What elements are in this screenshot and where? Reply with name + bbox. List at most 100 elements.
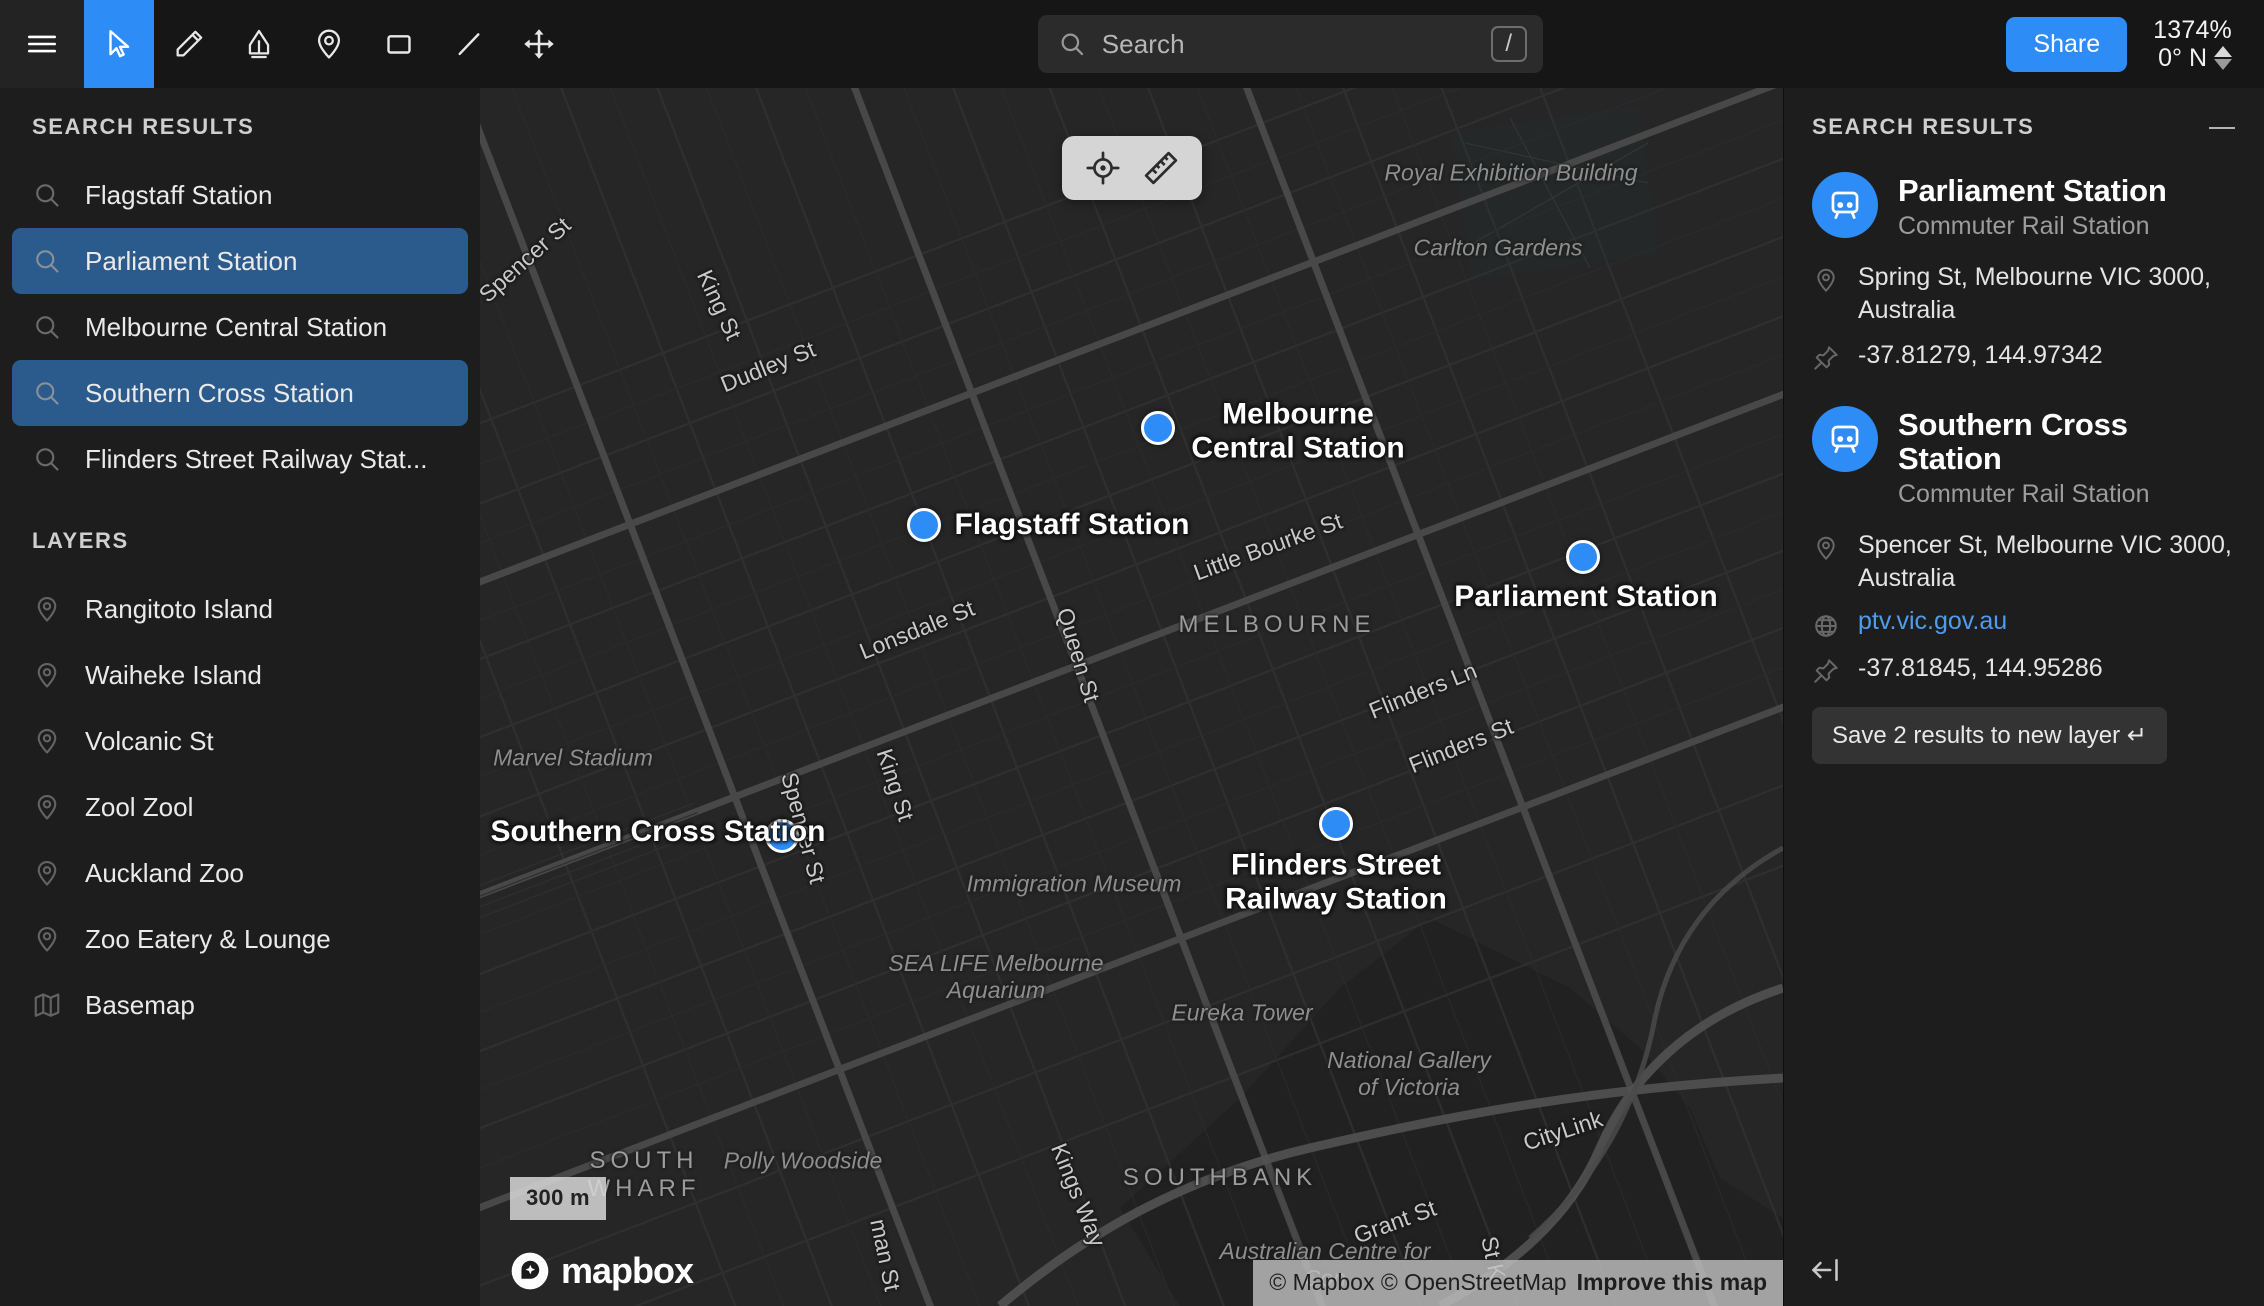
measure-button[interactable] — [1140, 147, 1182, 189]
search-results-list: Flagstaff Station Parliament Station Melbo… — [0, 162, 480, 492]
result-category: Commuter Rail Station — [1898, 212, 2167, 241]
map-pin-icon — [1812, 266, 1840, 294]
map-scale-bar: 300 m — [510, 1177, 606, 1220]
search-result-label: Flagstaff Station — [85, 180, 272, 211]
map-basemap — [480, 88, 1783, 1306]
map-pin-icon — [32, 660, 62, 690]
collapse-panel-button[interactable] — [1804, 1250, 1848, 1290]
layer-label: Basemap — [85, 990, 195, 1021]
recenter-button[interactable] — [1082, 147, 1124, 189]
result-name: Parliament Station — [1898, 174, 2167, 209]
search-result-item[interactable]: Flinders Street Railway Stat... — [12, 426, 468, 492]
result-detail-card: Parliament Station Commuter Rail Station S… — [1784, 172, 2264, 372]
map-marker[interactable] — [1319, 807, 1353, 841]
zoom-and-bearing: 1374% 0° N — [2153, 16, 2234, 72]
save-results-to-layer-button[interactable]: Save 2 results to new layer ↵ — [1812, 707, 2167, 764]
search-result-label: Flinders Street Railway Stat... — [85, 444, 427, 475]
pencil-icon — [172, 27, 206, 61]
search-icon — [32, 312, 62, 342]
map-attribution: © Mapbox © OpenStreetMap Improve this ma… — [1253, 1260, 1783, 1306]
map-marker[interactable] — [765, 819, 799, 853]
pen-nib-icon — [242, 27, 276, 61]
search-input[interactable]: Search / — [1038, 15, 1543, 73]
pen-tool[interactable] — [224, 0, 294, 88]
layer-item[interactable]: Auckland Zoo — [12, 840, 468, 906]
right-panel-title: SEARCH RESULTS — [1812, 114, 2034, 140]
zoom-level: 1374% — [2153, 16, 2232, 44]
train-icon — [1826, 420, 1864, 458]
mapbox-logo[interactable]: mapbox — [510, 1250, 693, 1292]
improve-this-map-link[interactable]: Improve this map — [1577, 1269, 1767, 1296]
share-button[interactable]: Share — [2006, 17, 2127, 72]
map-folded-icon — [32, 990, 62, 1020]
bearing-value: 0° N — [2158, 44, 2207, 72]
layers-list: Rangitoto Island Waiheke IslandVolcanic S… — [0, 576, 480, 1038]
result-category: Commuter Rail Station — [1898, 480, 2236, 509]
search-icon — [32, 444, 62, 474]
select-tool[interactable] — [84, 0, 154, 88]
result-detail-cards: Parliament StationCommuter Rail StationS… — [1784, 172, 2264, 764]
ruler-icon — [1142, 149, 1180, 187]
layer-item[interactable]: Volcanic St — [12, 708, 468, 774]
detail-row: Spring St, Melbourne VIC 3000, Australia — [1812, 261, 2236, 327]
layer-label: Zool Zool — [85, 792, 193, 823]
search-result-item[interactable]: Parliament Station — [12, 228, 468, 294]
left-sidebar: SEARCH RESULTS Flagstaff Station Parliame… — [0, 88, 480, 1306]
layer-item[interactable]: Waiheke Island — [12, 642, 468, 708]
result-website-link[interactable]: ptv.vic.gov.au — [1858, 607, 2007, 636]
mapbox-wordmark: mapbox — [561, 1250, 693, 1292]
map-pin-icon — [32, 924, 62, 954]
move-arrows-icon — [522, 27, 556, 61]
cursor-icon — [102, 27, 136, 61]
layer-item[interactable]: Basemap — [12, 972, 468, 1038]
rectangle-tool[interactable] — [364, 0, 434, 88]
map-pin-icon — [1812, 534, 1840, 562]
search-shortcut-badge: / — [1491, 26, 1527, 62]
result-avatar — [1812, 172, 1878, 238]
attribution-text: © Mapbox © OpenStreetMap — [1269, 1269, 1566, 1296]
pitch-stepper-icon[interactable] — [2214, 46, 2232, 70]
pushpin-icon — [1812, 657, 1840, 685]
detail-text: -37.81845, 144.95286 — [1858, 652, 2103, 685]
layer-label: Zoo Eatery & Lounge — [85, 924, 331, 955]
minimize-panel-button[interactable] — [2208, 114, 2236, 142]
search-icon — [1058, 30, 1086, 58]
map-pin-icon — [312, 27, 346, 61]
search-result-item[interactable]: Flagstaff Station — [12, 162, 468, 228]
line-tool[interactable] — [434, 0, 504, 88]
map-marker[interactable] — [907, 508, 941, 542]
result-avatar — [1812, 406, 1878, 472]
map-canvas-container[interactable]: Spencer StKing StDudley StLittle Bourke … — [480, 88, 1783, 1306]
result-detail-card: Southern Cross StationCommuter Rail Stat… — [1784, 406, 2264, 764]
search-result-item[interactable]: Melbourne Central Station — [12, 294, 468, 360]
layer-item[interactable]: Zool Zool — [12, 774, 468, 840]
map-pin-icon — [32, 594, 62, 624]
collapse-left-icon — [1809, 1256, 1843, 1284]
draw-tool[interactable] — [154, 0, 224, 88]
search-icon — [32, 180, 62, 210]
search-icon — [32, 378, 62, 408]
pushpin-icon — [1812, 344, 1840, 372]
map-marker[interactable] — [1566, 540, 1600, 574]
layer-item[interactable]: Zoo Eatery & Lounge — [12, 906, 468, 972]
line-icon — [452, 27, 486, 61]
detail-row: -37.81279, 144.97342 — [1812, 339, 2236, 372]
layer-item[interactable]: Rangitoto Island — [12, 576, 468, 642]
pan-tool[interactable] — [504, 0, 574, 88]
map-pin-icon — [32, 792, 62, 822]
search-result-item[interactable]: Southern Cross Station — [12, 360, 468, 426]
globe-icon — [1812, 612, 1840, 640]
layer-label: Rangitoto Island — [85, 594, 273, 625]
detail-row: ptv.vic.gov.au — [1812, 607, 2236, 640]
map-pin-icon — [32, 858, 62, 888]
search-placeholder: Search — [1102, 29, 1475, 60]
map-marker[interactable] — [1141, 411, 1175, 445]
top-right-controls: Share 1374% 0° N — [2006, 16, 2264, 72]
menu-button[interactable] — [0, 0, 84, 88]
search-results-heading: SEARCH RESULTS — [0, 114, 480, 140]
mapbox-mark-icon — [510, 1251, 550, 1291]
map-floating-tools — [1062, 136, 1202, 200]
marker-tool[interactable] — [294, 0, 364, 88]
search-result-label: Southern Cross Station — [85, 378, 354, 409]
search-result-label: Melbourne Central Station — [85, 312, 387, 343]
